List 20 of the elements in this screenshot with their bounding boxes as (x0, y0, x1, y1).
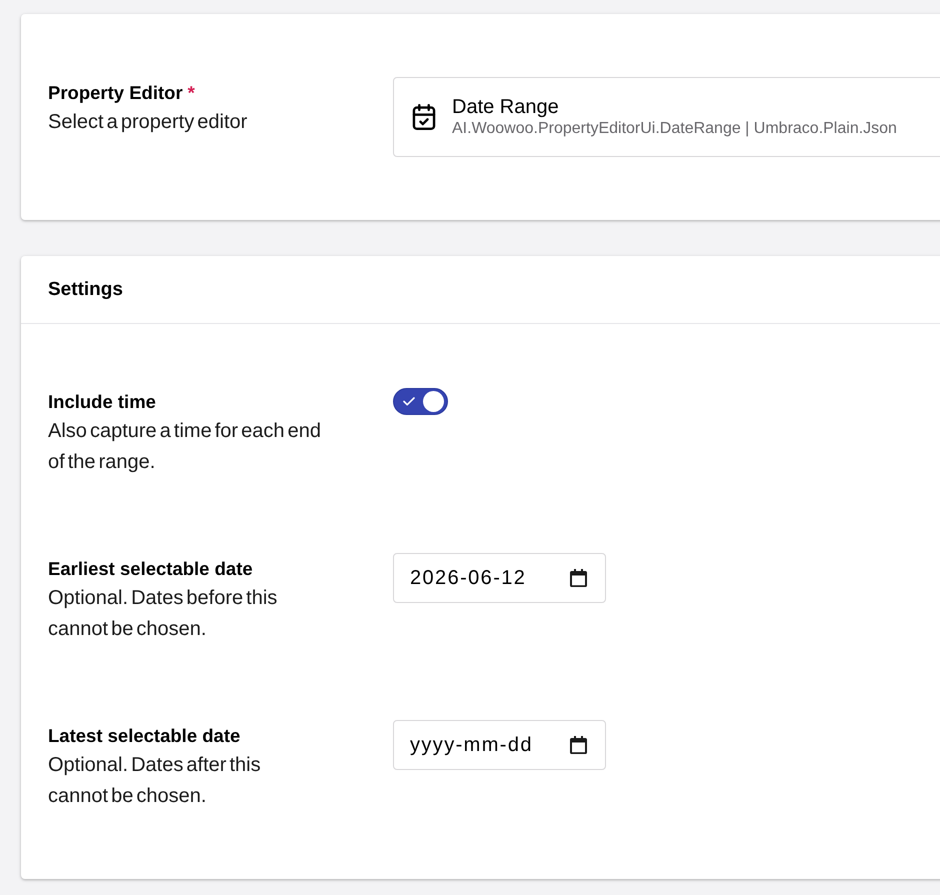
field-label: Earliest selectable date (48, 557, 253, 581)
date-field[interactable]: 2026-06-12 (393, 553, 606, 603)
field-description: Optional. Dates before this cannot be chosen. (48, 586, 278, 642)
field-label: Property Editor (48, 81, 183, 105)
field-label: Latest selectable date (48, 724, 240, 748)
field-description: Also capture a time for each end of the range. (48, 419, 322, 475)
editor-name: Date Range (452, 95, 560, 119)
property-editor-picker[interactable]: Date Range AI.Woowoo.PropertyEditorUi.DateRange | Umbraco.Plain.Json (393, 77, 940, 157)
check-icon (403, 397, 415, 406)
required-mark: * (188, 81, 195, 105)
date-field[interactable]: yyyy-mm-dd (393, 720, 606, 770)
field-description: Optional. Dates after this cannot be chosen. (48, 753, 262, 809)
calendar-icon[interactable] (570, 736, 587, 754)
toggle-switch[interactable] (393, 388, 448, 415)
editor-alias: AI.Woowoo.PropertyEditorUi.DateRange | Umbraco.Plain.Json (452, 119, 897, 139)
field-description: Select a property editor (48, 110, 248, 135)
calendar-icon[interactable] (570, 569, 587, 587)
field-label: Include time (48, 390, 156, 414)
calendar-check-icon (412, 104, 436, 130)
settings-title: Settings (48, 278, 123, 300)
